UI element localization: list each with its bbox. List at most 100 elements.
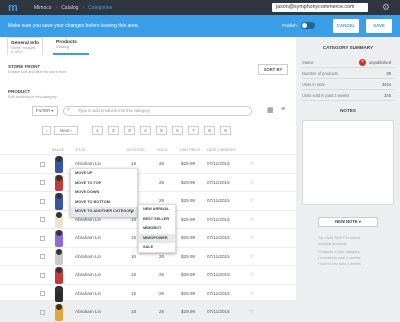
- submenu-item-mimopower[interactable]: MIMOPOWER: [139, 233, 175, 243]
- new-note-label: NEW NOTE: [335, 219, 358, 224]
- product-instock: 16: [131, 253, 137, 259]
- row-checkbox[interactable]: [40, 254, 45, 260]
- row-checkbox[interactable]: [40, 180, 45, 186]
- product-sold: 26: [159, 309, 165, 314]
- publish-toggle[interactable]: [301, 22, 315, 29]
- tab-products[interactable]: Products Catalog: [53, 37, 89, 55]
- submenu-item-best-seller[interactable]: BEST SELLER: [139, 215, 175, 225]
- row-checkbox[interactable]: [40, 198, 45, 204]
- menu-item-move-to-bottom[interactable]: MOVE TO BOTTOM: [71, 198, 137, 208]
- column-header-image[interactable]: IMAGE: [52, 148, 64, 152]
- menu-item-move-to-top[interactable]: MOVE TO TOP: [71, 179, 137, 189]
- pager-page[interactable]: 1: [92, 126, 103, 135]
- filter-dropdown[interactable]: FILTER ▾: [32, 106, 58, 116]
- row-checkbox[interactable]: [40, 291, 45, 297]
- product-price: $29.99: [181, 253, 196, 259]
- product-search-input[interactable]: Type to add products into this category: [63, 106, 252, 116]
- pager-page[interactable]: 4: [140, 126, 151, 135]
- star-icon[interactable]: ☆: [249, 229, 254, 248]
- table-row[interactable]: Abraham Lin1626$29.9907/11/2015☆: [0, 154, 296, 173]
- error-icon: ×: [358, 59, 366, 67]
- brand-logo[interactable]: m: [8, 2, 20, 14]
- pager-page[interactable]: 7: [188, 126, 199, 135]
- menu-item-move-to-category[interactable]: MOVE TO ANOTHER CATEGORY ▸: [71, 207, 137, 217]
- column-header-sold[interactable]: SOLD: [157, 148, 167, 152]
- pager-page[interactable]: 5: [156, 126, 167, 135]
- submenu-item-mimobot[interactable]: MIMOBOT: [139, 224, 175, 234]
- star-icon[interactable]: ☆: [249, 285, 254, 304]
- table-row[interactable]: Abraham Lin1626$29.9907/11/2015☆: [0, 283, 296, 304]
- star-icon[interactable]: ☆: [249, 155, 254, 174]
- star-icon[interactable]: ☆: [249, 248, 254, 267]
- product-price: $29.99: [181, 179, 196, 185]
- row-checkbox[interactable]: [40, 161, 45, 167]
- pager-page[interactable]: 6: [172, 126, 183, 135]
- notes-textarea[interactable]: [302, 120, 394, 205]
- product-date: 07/11/2015: [207, 179, 230, 185]
- table-row[interactable]: Abraham Lin1626$29.9907/11/2015☆: [0, 172, 296, 193]
- pager-next-button[interactable]: Next ›: [54, 126, 78, 135]
- product-thumbnail: [55, 211, 63, 228]
- tip-text: ▪ created in past 2 weeks: [318, 256, 361, 260]
- breadcrumb-brand[interactable]: Mimoco: [34, 5, 52, 11]
- row-checkbox[interactable]: [40, 309, 45, 315]
- product-subtitle: Edit products in this category: [8, 95, 57, 99]
- breadcrumb-separator-icon: ›: [55, 4, 58, 11]
- pager-prev-button[interactable]: ‹: [42, 126, 51, 135]
- table-row[interactable]: Abraham Lin1626$29.9907/11/2015☆: [0, 265, 296, 284]
- product-price: $29.99: [181, 216, 196, 222]
- list-view-icon[interactable]: ≡: [281, 106, 285, 113]
- product-thumbnail: [55, 193, 63, 210]
- pager-page[interactable]: 2: [108, 126, 119, 135]
- column-header-price[interactable]: USD PRICE: [180, 148, 201, 152]
- breadcrumb-categories[interactable]: Categories: [88, 5, 112, 11]
- gear-icon[interactable]: ⚙: [382, 2, 390, 13]
- product-instock: 16: [131, 272, 137, 277]
- save-button[interactable]: SAVE: [366, 19, 392, 33]
- grid-view-icon[interactable]: ▦: [267, 106, 274, 114]
- product-date: 07/11/2015: [207, 253, 230, 259]
- star-icon[interactable]: ☆: [249, 192, 254, 211]
- submenu-item-sale[interactable]: SALE: [139, 243, 175, 253]
- top-bar: m Mimoco › Catalog › Categories jason@sy…: [0, 0, 400, 15]
- product-title[interactable]: Abraham Lin: [75, 303, 101, 322]
- pager-page[interactable]: 8: [204, 126, 215, 135]
- menu-item-move-down[interactable]: MOVE DOWN: [71, 188, 137, 198]
- summary-value: 89: [386, 71, 391, 76]
- row-checkbox[interactable]: [40, 235, 45, 241]
- product-title[interactable]: Abraham Lin: [75, 229, 101, 248]
- product-price: $29.99: [181, 161, 196, 166]
- new-note-button[interactable]: NEW NOTE ▾: [318, 217, 378, 227]
- menu-item-move-up[interactable]: MOVE UP: [71, 169, 137, 179]
- star-icon[interactable]: ☆: [249, 303, 254, 322]
- pager-page[interactable]: 9: [220, 126, 231, 135]
- sort-by-button[interactable]: SORT BY: [258, 64, 288, 75]
- product-title[interactable]: Abraham Lin: [75, 266, 101, 285]
- star-icon[interactable]: ☆: [249, 266, 254, 285]
- breadcrumb-catalog[interactable]: Catalog: [61, 5, 78, 11]
- product-date: 07/11/2015: [207, 235, 230, 240]
- product-instock: 16: [131, 235, 137, 240]
- column-header-date[interactable]: DATE CREATED: [207, 148, 236, 152]
- chevron-down-icon: ▾: [358, 219, 361, 224]
- row-checkbox[interactable]: [40, 217, 45, 223]
- product-thumbnail: [55, 304, 63, 321]
- submenu-item-new-arrival[interactable]: NEW ARRIVAL: [139, 205, 175, 215]
- tab-general-info[interactable]: General Info Name, images & SEO: [7, 37, 43, 55]
- tip-text: multiple products: [318, 242, 347, 246]
- column-header-title[interactable]: TITLE: [75, 148, 85, 152]
- product-thumbnail: [55, 267, 63, 284]
- pager-page[interactable]: 3: [124, 126, 135, 135]
- star-icon[interactable]: ☆: [249, 174, 254, 193]
- row-checkbox[interactable]: [40, 272, 45, 278]
- product-title[interactable]: Abraham Lin: [75, 248, 101, 267]
- cancel-button[interactable]: CANCEL: [333, 19, 359, 33]
- user-account-field[interactable]: jason@symphonycommerce.com: [272, 3, 368, 12]
- product-date: 07/11/2015: [207, 216, 230, 222]
- table-row[interactable]: Abraham Lin1626$29.9907/11/2015☆: [0, 302, 296, 321]
- column-header-instock[interactable]: IN STOCK: [127, 148, 145, 152]
- product-title[interactable]: Abraham Lin: [75, 285, 101, 304]
- summary-label: Status: [302, 60, 314, 65]
- star-icon[interactable]: ☆: [249, 211, 254, 230]
- storefront-heading: STORE FRONT: [8, 64, 41, 69]
